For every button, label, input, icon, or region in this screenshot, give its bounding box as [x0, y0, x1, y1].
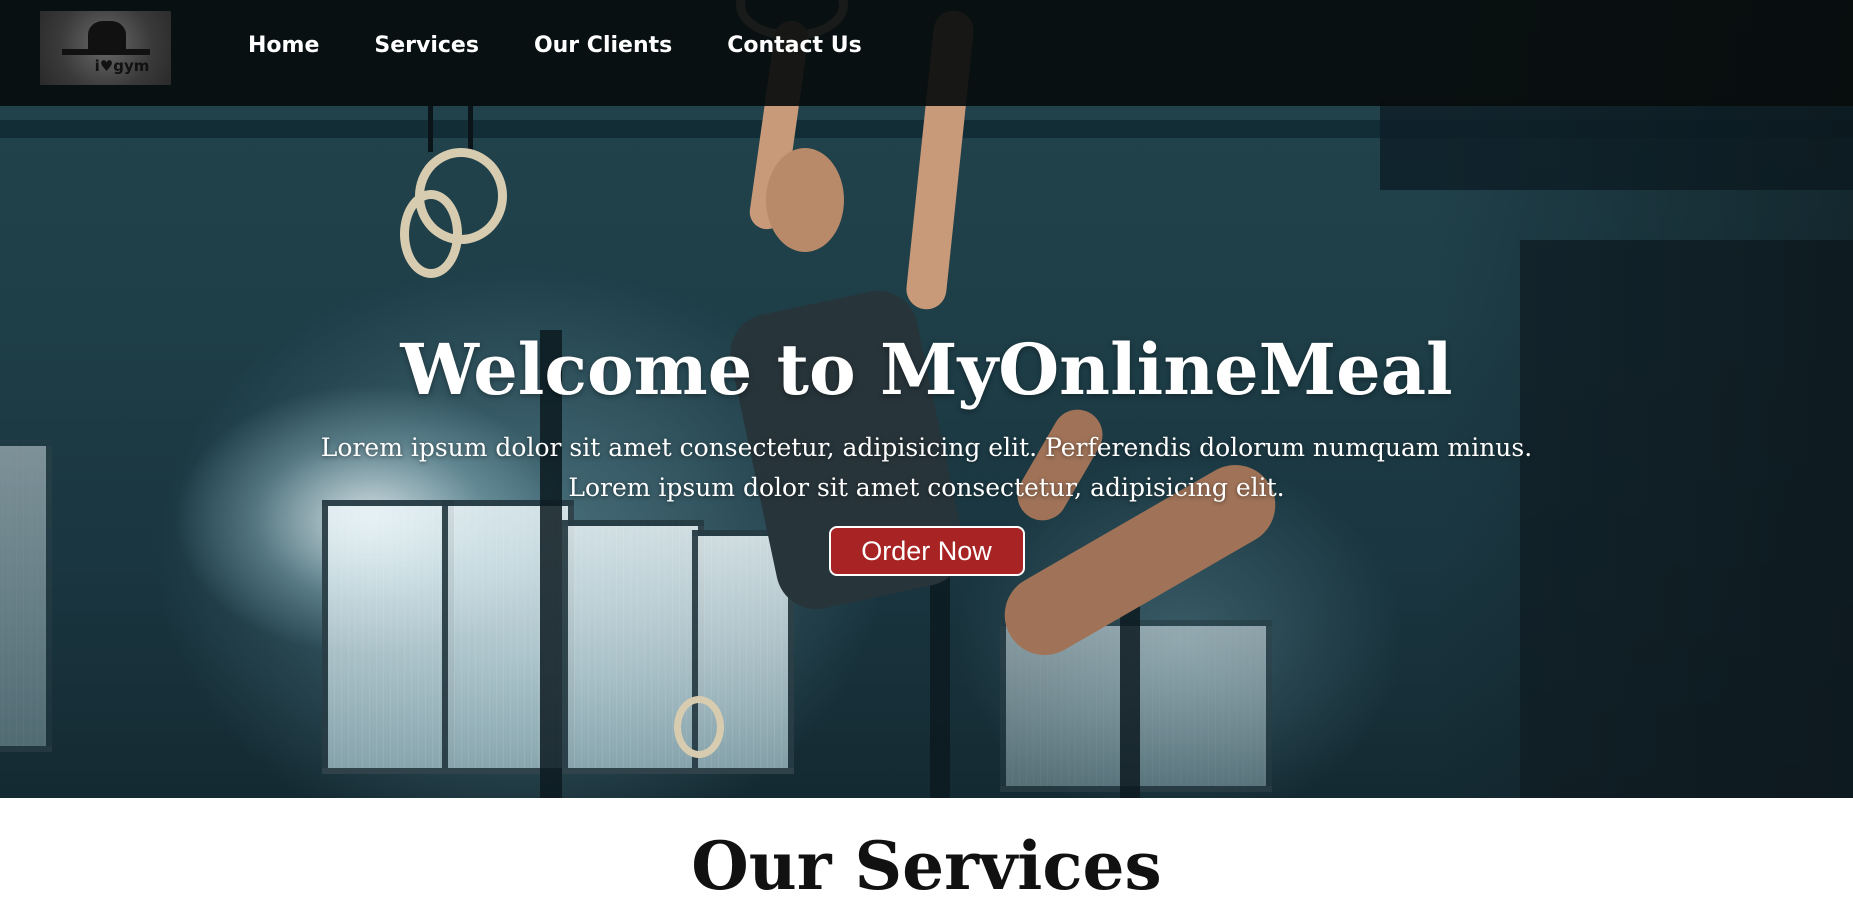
top-navbar: i♥gym Home Services Our Clients Contact … — [0, 0, 1853, 106]
nav-link-home[interactable]: Home — [248, 33, 319, 58]
nav-links: Home Services Our Clients Contact Us — [248, 33, 917, 58]
logo-barbell — [62, 49, 150, 55]
nav-link-services[interactable]: Services — [374, 33, 479, 58]
brand-logo[interactable]: i♥gym — [40, 11, 171, 85]
hero-title: Welcome to MyOnlineMeal — [400, 328, 1453, 411]
logo-text: i♥gym — [94, 57, 150, 75]
ring-strap — [468, 106, 473, 152]
ring-strap — [428, 106, 433, 152]
hero-description-line-1: Lorem ipsum dolor sit amet consectetur, … — [320, 433, 1533, 462]
gym-ring — [674, 696, 724, 758]
nav-link-our-clients[interactable]: Our Clients — [534, 33, 672, 58]
hero-description-line-2: Lorem ipsum dolor sit amet consectetur, … — [568, 473, 1285, 502]
hero-description: Lorem ipsum dolor sit amet consectetur, … — [277, 428, 1577, 508]
gym-ring — [400, 190, 462, 278]
services-heading: Our Services — [691, 827, 1162, 905]
hero-content: Welcome to MyOnlineMeal Lorem ipsum dolo… — [0, 320, 1853, 576]
rack-column — [930, 560, 950, 798]
athlete-head — [766, 148, 844, 252]
order-now-button[interactable]: Order Now — [828, 526, 1025, 576]
nav-link-contact-us[interactable]: Contact Us — [727, 33, 861, 58]
